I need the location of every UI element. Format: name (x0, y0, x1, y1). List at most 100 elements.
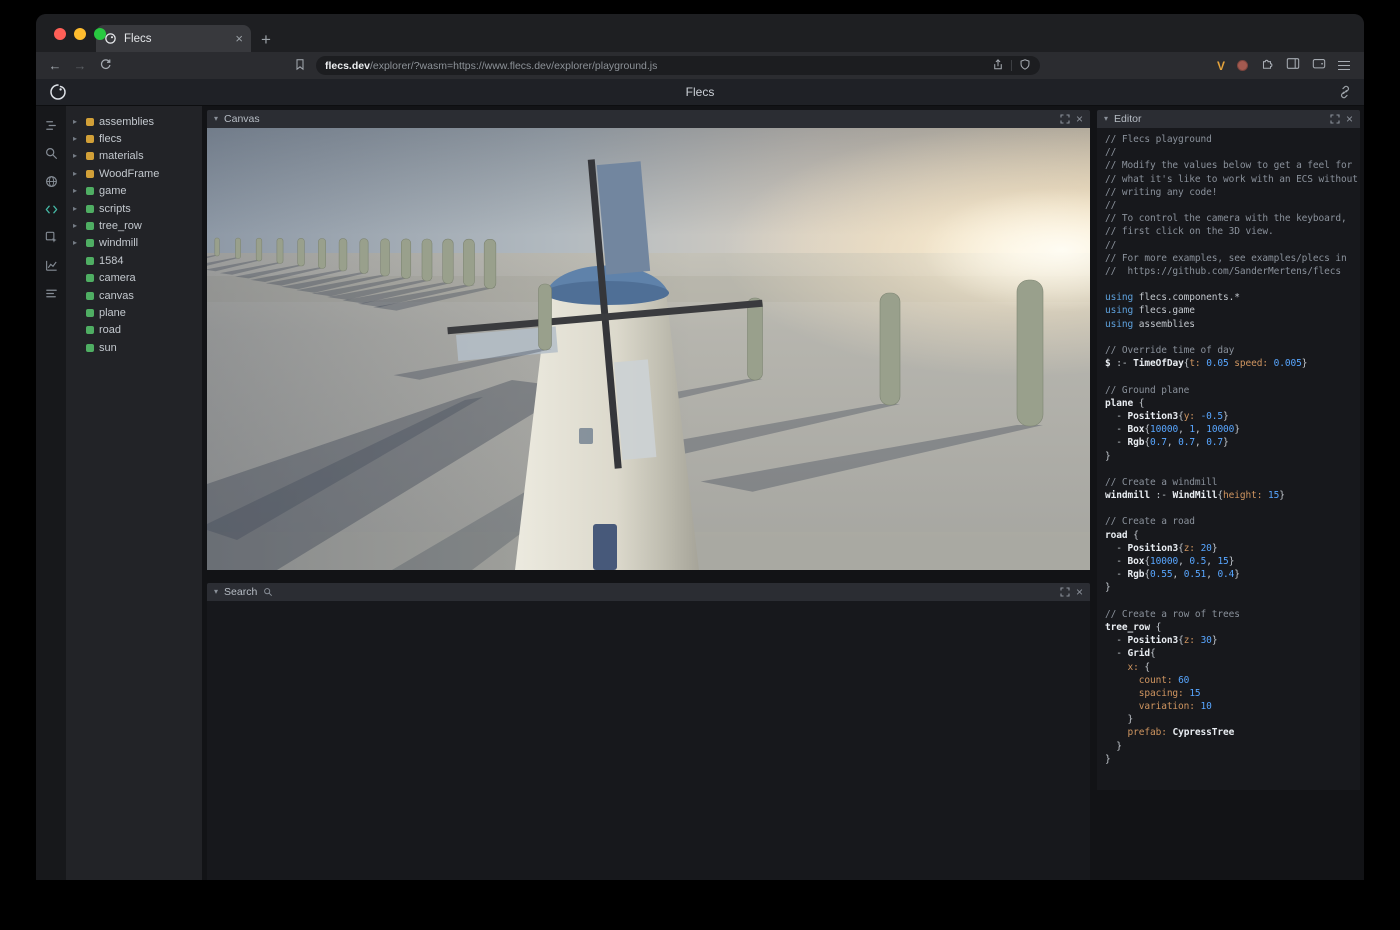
tree-item-label: camera (99, 272, 136, 284)
inspector-icon[interactable] (41, 227, 61, 247)
page-title: Flecs (36, 85, 1364, 99)
editor-code[interactable]: // Flecs playground//// Modify the value… (1097, 128, 1360, 790)
share-link-icon[interactable] (1338, 85, 1352, 104)
tree-item-label: windmill (99, 237, 138, 249)
entity-kind-swatch (86, 222, 94, 230)
search-close-icon[interactable]: × (1076, 586, 1083, 598)
entity-kind-swatch (86, 257, 94, 265)
script-code-icon[interactable] (41, 199, 61, 219)
chevron-right-icon[interactable]: ▸ (73, 222, 81, 230)
editor-expand-icon[interactable] (1330, 114, 1340, 124)
back-button[interactable]: ← (46, 59, 64, 72)
tree-item-label: plane (99, 307, 126, 319)
app-header: Flecs (36, 79, 1364, 106)
tree-item-label: sun (99, 342, 117, 354)
chevron-down-icon[interactable]: ▾ (1104, 115, 1108, 123)
tree-item-windmill[interactable]: ▸ windmill (66, 235, 202, 252)
browser-toolbar: ← → flecs.dev/explorer/?wasm=https://www… (36, 52, 1364, 79)
editor-panel-title: Editor (1114, 113, 1141, 125)
tree-item-label: 1584 (99, 255, 123, 267)
tree-item-flecs[interactable]: ▸flecs (66, 130, 202, 147)
traffic-lights (54, 28, 106, 40)
browser-window: Flecs × + ← → flecs.dev/explorer/?wasm=h… (36, 14, 1364, 880)
canvas-panel-header: ▾ Canvas × (207, 110, 1090, 128)
tab-close-icon[interactable]: × (235, 32, 243, 45)
entity-kind-swatch (86, 170, 94, 178)
side-panel-icon[interactable] (1286, 57, 1300, 75)
tree-item-camera[interactable]: camera (66, 270, 202, 287)
reload-button[interactable] (96, 58, 114, 73)
chevron-right-icon[interactable]: ▸ (73, 205, 81, 213)
chevron-right-icon[interactable]: ▸ (73, 152, 81, 160)
canvas-expand-icon[interactable] (1060, 114, 1070, 124)
chevron-right-icon[interactable]: ▸ (73, 118, 81, 126)
tree-item-materials[interactable]: ▸materials (66, 148, 202, 165)
search-panel-header: ▾ Search × (207, 583, 1090, 601)
omnibox-divider (1011, 60, 1012, 71)
search-expand-icon[interactable] (1060, 587, 1070, 597)
tree-item-road[interactable]: road (66, 322, 202, 339)
vpn-button[interactable]: V (1217, 59, 1225, 73)
tree-item-1584[interactable]: 1584 (66, 252, 202, 269)
app-content: ▸assemblies▸flecs▸materials▸WoodFrame▸ga… (36, 106, 1364, 880)
entity-tree-icon[interactable] (41, 115, 61, 135)
search-panel-title: Search (224, 586, 257, 598)
new-tab-button[interactable]: + (261, 31, 271, 48)
entity-kind-swatch (86, 152, 94, 160)
tree-item-label: assemblies (99, 116, 154, 128)
brave-shield-icon[interactable] (1019, 58, 1031, 74)
chevron-down-icon[interactable]: ▾ (214, 115, 218, 123)
chevron-right-icon[interactable]: ▸ (73, 135, 81, 143)
entity-kind-swatch (86, 344, 94, 352)
browser-tab[interactable]: Flecs × (96, 25, 251, 52)
canvas-close-icon[interactable]: × (1076, 113, 1083, 125)
chevron-right-icon[interactable]: ▸ (73, 239, 81, 247)
search-magnifier-icon (263, 587, 273, 597)
url-bar[interactable]: flecs.dev/explorer/?wasm=https://www.fle… (316, 56, 1040, 75)
stats-chart-icon[interactable] (41, 255, 61, 275)
tree-item-scripts[interactable]: ▸ scripts (66, 200, 202, 217)
tree-item-label: game (99, 185, 127, 197)
tree-item-WoodFrame[interactable]: ▸ WoodFrame (66, 165, 202, 182)
tab-title: Flecs (124, 33, 228, 45)
entity-kind-swatch (86, 326, 94, 334)
tree-item-label: road (99, 324, 121, 336)
tree-item-label: WoodFrame (99, 168, 159, 180)
canvas-panel-title: Canvas (224, 113, 260, 125)
close-window-button[interactable] (54, 28, 66, 40)
entity-kind-swatch (86, 292, 94, 300)
entity-kind-swatch (86, 239, 94, 247)
browser-menu-icon[interactable] (1338, 61, 1350, 71)
share-icon[interactable] (992, 58, 1004, 74)
bookmark-panel-icon[interactable] (291, 58, 309, 73)
center-column: ▾ Canvas × (202, 106, 1097, 880)
editor-close-icon[interactable]: × (1346, 113, 1353, 125)
canvas-3d-view[interactable] (207, 128, 1090, 570)
entity-kind-swatch (86, 274, 94, 282)
entity-kind-swatch (86, 118, 94, 126)
tree-item-canvas[interactable]: canvas (66, 287, 202, 304)
world-globe-icon[interactable] (41, 171, 61, 191)
extensions-puzzle-icon[interactable] (1260, 56, 1274, 75)
zoom-window-button[interactable] (94, 28, 106, 40)
chevron-right-icon[interactable]: ▸ (73, 170, 81, 178)
query-search-icon[interactable] (41, 143, 61, 163)
3d-scene (207, 128, 1090, 570)
extension-badge-icon[interactable] (1237, 60, 1248, 71)
chevron-right-icon[interactable]: ▸ (73, 187, 81, 195)
forward-button: → (71, 59, 89, 72)
tree-item-game[interactable]: ▸ game (66, 183, 202, 200)
url-path: /explorer/?wasm=https://www.flecs.dev/ex… (370, 60, 657, 72)
tree-item-tree_row[interactable]: ▸tree_row (66, 217, 202, 234)
url-text: flecs.dev/explorer/?wasm=https://www.fle… (325, 60, 985, 72)
tree-item-assemblies[interactable]: ▸ assemblies (66, 113, 202, 130)
tree-item-label: scripts (99, 203, 131, 215)
commands-list-icon[interactable] (41, 283, 61, 303)
entity-kind-swatch (86, 187, 94, 195)
tree-item-sun[interactable]: sun (66, 339, 202, 356)
entity-kind-swatch (86, 205, 94, 213)
tree-item-plane[interactable]: plane (66, 304, 202, 321)
wallet-icon[interactable] (1312, 57, 1326, 75)
minimize-window-button[interactable] (74, 28, 86, 40)
chevron-down-icon[interactable]: ▾ (214, 588, 218, 596)
